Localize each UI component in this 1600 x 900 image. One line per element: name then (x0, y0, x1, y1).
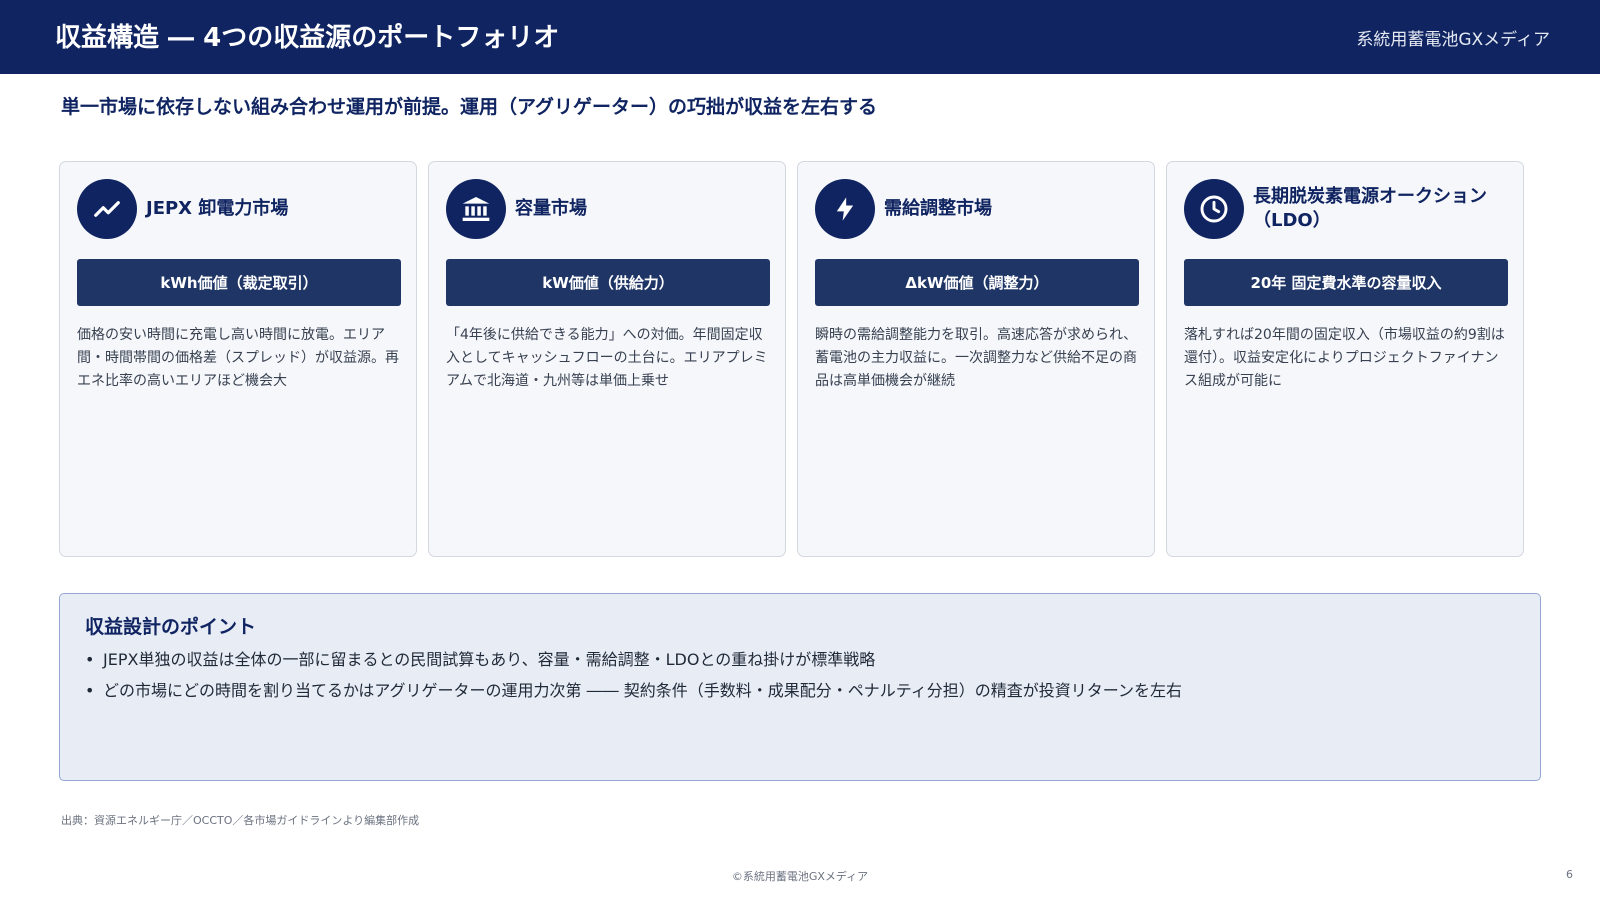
key-points-box: 収益設計のポイント JEPX単独の収益は全体の一部に留まるとの民間試算もあり、容… (59, 593, 1541, 781)
value-label: 20年 固定費水準の容量収入 (1184, 259, 1508, 306)
value-label: kWh価値（裁定取引） (77, 259, 401, 306)
source-note: 出典：資源エネルギー庁／OCCTO／各市場ガイドラインより編集部作成 (61, 814, 420, 827)
value-label: ΔkW価値（調整力） (815, 259, 1139, 306)
card-ldo: 長期脱炭素電源オークション（LDO） 20年 固定費水準の容量収入 落札すれば2… (1166, 161, 1524, 557)
list-item: どの市場にどの時間を割り当てるかはアグリゲーターの運用力次第 ―― 契約条件（手… (85, 680, 1182, 702)
card-title: JEPX 卸電力市場 (146, 198, 289, 219)
card-title: 長期脱炭素電源オークション（LDO） (1253, 186, 1487, 231)
card-capacity-market: 容量市場 kW価値（供給力） 「4年後に供給できる能力」への対価。年間固定収入と… (428, 161, 786, 557)
key-points-list: JEPX単独の収益は全体の一部に留まるとの民間試算もあり、容量・需給調整・LDO… (85, 649, 1182, 711)
trend-up-icon (77, 179, 137, 239)
card-title: 需給調整市場 (884, 198, 992, 219)
clock-icon (1184, 179, 1244, 239)
card-jepx: JEPX 卸電力市場 kWh価値（裁定取引） 価格の安い時間に充電し高い時間に放… (59, 161, 417, 557)
copyright: ©系統用蓄電池GXメディア (731, 870, 869, 883)
card-title: 容量市場 (515, 198, 587, 219)
bank-icon (446, 179, 506, 239)
brand-name: 系統用蓄電池GXメディア (1356, 30, 1550, 50)
card-description: 価格の安い時間に充電し高い時間に放電。エリア間・時間帯間の価格差（スプレッド）が… (77, 327, 399, 389)
card-description: 「4年後に供給できる能力」への対価。年間固定収入としてキャッシュフローの土台に。… (446, 327, 768, 389)
card-description: 瞬時の需給調整能力を取引。高速応答が求められ、蓄電池の主力収益に。一次調整力など… (815, 327, 1138, 389)
card-description: 落札すれば20年間の固定収入（市場収益の約9割は還付）。収益安定化によりプロジェ… (1184, 327, 1505, 389)
bolt-icon (815, 179, 875, 239)
page-title: 収益構造 ― 4つの収益源のポートフォリオ (55, 23, 560, 53)
key-points-title: 収益設計のポイント (85, 616, 257, 638)
value-label: kW価値（供給力） (446, 259, 770, 306)
header-bar: 収益構造 ― 4つの収益源のポートフォリオ 系統用蓄電池GXメディア (0, 0, 1600, 74)
page-number: 6 (1566, 868, 1573, 881)
list-item: JEPX単独の収益は全体の一部に留まるとの民間試算もあり、容量・需給調整・LDO… (85, 649, 1182, 671)
card-balancing-market: 需給調整市場 ΔkW価値（調整力） 瞬時の需給調整能力を取引。高速応答が求められ… (797, 161, 1155, 557)
lead-message: 単一市場に依存しない組み合わせ運用が前提。運用（アグリゲーター）の巧拙が収益を左… (61, 96, 878, 118)
